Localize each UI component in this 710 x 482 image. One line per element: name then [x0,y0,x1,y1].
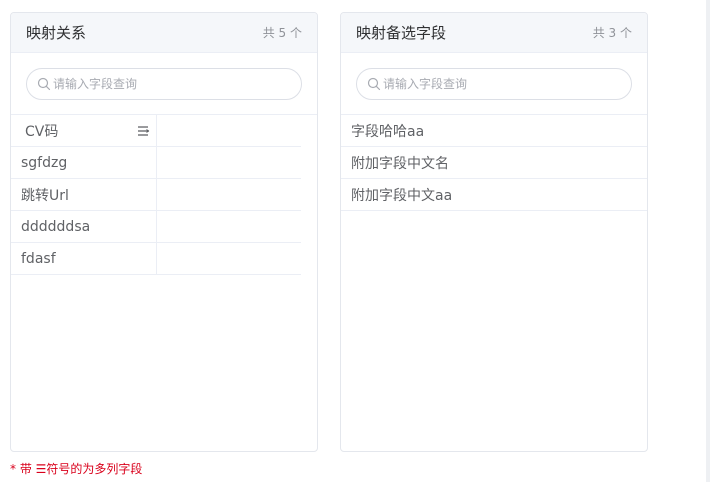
search-area [11,53,317,115]
table-cell: fdasf [11,243,157,274]
list-item[interactable]: 附加字段中文名 [341,147,647,179]
item-count: 共 5 个 [262,26,302,40]
search-input[interactable] [53,76,283,91]
list-item[interactable]: 字段哈哈aa [341,115,647,147]
table-row[interactable]: ddddddsa [11,211,301,243]
list-item[interactable]: 附加字段中文aa [341,179,647,211]
drop-target-cell[interactable] [157,179,301,210]
item-count: 共 3 个 [592,26,632,40]
table-cell: ddddddsa [11,211,157,242]
table-row[interactable]: 跳转Url [11,179,301,211]
candidate-fields-header: 映射备选字段 共 3 个 [341,13,647,53]
search-box[interactable] [26,67,302,100]
search-input[interactable] [383,76,613,91]
mapping-relations-header: 映射关系 共 5 个 [11,13,317,53]
header-label: CV码 [25,123,59,140]
candidate-fields-panel: 映射备选字段 共 3 个 字段哈哈aa 附加字段中文名 附加字段中文aa [340,12,648,452]
panel-title: 映射关系 [26,24,87,42]
table-cell: sgfdzg [11,147,157,178]
mapping-table: CV码 sgfdzg 跳转Url ddddddsa fdasf [11,115,301,275]
candidate-fields-list: 字段哈哈aa 附加字段中文名 附加字段中文aa [341,115,647,211]
multi-column-footnote: * 带 ☰符号的为多列字段 [10,462,143,476]
drop-target-cell[interactable] [157,147,301,178]
search-box[interactable] [356,67,632,100]
table-row[interactable]: fdasf [11,243,301,275]
header-cell-empty [157,115,301,146]
drop-target-cell[interactable] [157,243,301,274]
multi-column-icon[interactable] [137,125,150,137]
mapping-relations-panel: 映射关系 共 5 个 CV码 [10,12,318,452]
search-icon [367,77,381,90]
page: 映射关系 共 5 个 CV码 [0,0,710,482]
table-row[interactable]: sgfdzg [11,147,301,179]
panel-title: 映射备选字段 [356,24,447,42]
header-cell-cv: CV码 [11,115,157,146]
search-area [341,53,647,115]
table-header: CV码 [11,115,301,147]
scrollbar-track[interactable] [706,0,710,482]
search-icon [37,77,51,90]
table-cell: 跳转Url [11,179,157,210]
drop-target-cell[interactable] [157,211,301,242]
